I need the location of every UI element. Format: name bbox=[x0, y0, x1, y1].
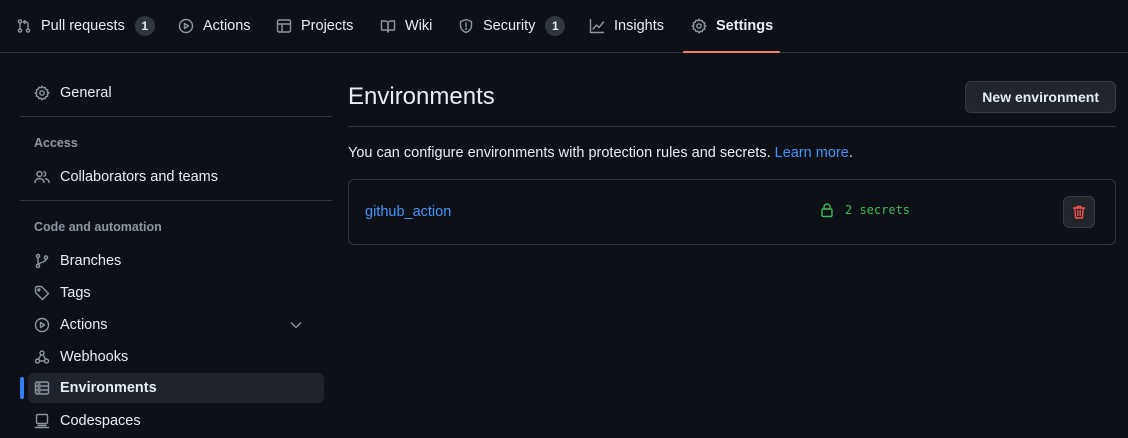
page-title: Environments bbox=[348, 83, 495, 110]
tab-settings[interactable]: Settings bbox=[683, 0, 780, 53]
pull-requests-counter: 1 bbox=[134, 16, 155, 36]
tag-icon bbox=[34, 285, 50, 301]
play-icon bbox=[178, 18, 194, 34]
environment-secrets: 2 secrets bbox=[819, 202, 910, 218]
people-icon bbox=[34, 169, 50, 185]
tab-insights[interactable]: Insights bbox=[581, 0, 672, 52]
tab-label: Wiki bbox=[405, 18, 433, 34]
security-counter: 1 bbox=[545, 16, 566, 36]
sidebar-divider bbox=[20, 116, 332, 117]
webhook-icon bbox=[34, 349, 50, 365]
description-end: . bbox=[848, 145, 853, 161]
git-branch-icon bbox=[34, 253, 50, 269]
codespaces-icon bbox=[34, 413, 50, 429]
description: You can configure environments with prot… bbox=[348, 145, 853, 161]
tab-label: Security bbox=[483, 18, 536, 34]
sidebar-item-label: Tags bbox=[60, 285, 91, 301]
gear-icon bbox=[34, 85, 50, 101]
sidebar-item-label: Webhooks bbox=[60, 349, 129, 365]
tab-pull-requests[interactable]: Pull requests 1 bbox=[8, 0, 163, 52]
sidebar-item-label: Branches bbox=[60, 253, 122, 269]
tab-security[interactable]: Security 1 bbox=[450, 0, 573, 52]
tab-label: Projects bbox=[301, 18, 354, 34]
settings-sidebar: General Access Collaborators and teams C… bbox=[20, 53, 332, 438]
environment-row: github_action 2 secrets bbox=[348, 179, 1116, 245]
sidebar-item-branches[interactable]: Branches bbox=[28, 246, 324, 276]
chevron-down-icon[interactable] bbox=[288, 317, 304, 333]
book-icon bbox=[380, 18, 396, 34]
lock-icon bbox=[819, 202, 835, 218]
sidebar-heading-access: Access bbox=[34, 136, 78, 150]
sidebar-item-codespaces[interactable]: Codespaces bbox=[28, 406, 324, 436]
sidebar-item-environments[interactable]: Environments bbox=[20, 373, 324, 403]
sidebar-item-webhooks[interactable]: Webhooks bbox=[28, 342, 324, 372]
sidebar-item-general[interactable]: General bbox=[28, 78, 324, 108]
sidebar-item-tags[interactable]: Tags bbox=[28, 278, 324, 308]
title-divider bbox=[348, 126, 1116, 127]
learn-more-link[interactable]: Learn more bbox=[775, 145, 849, 161]
sidebar-item-label: Environments bbox=[60, 380, 157, 396]
environment-name-link[interactable]: github_action bbox=[365, 204, 451, 220]
sidebar-item-actions[interactable]: Actions bbox=[28, 310, 324, 340]
shield-icon bbox=[458, 18, 474, 34]
sidebar-item-label: Collaborators and teams bbox=[60, 169, 218, 185]
gear-icon bbox=[691, 18, 707, 34]
sidebar-heading-code-automation: Code and automation bbox=[34, 220, 162, 234]
graph-icon bbox=[589, 18, 605, 34]
main-content: Environments New environment You can con… bbox=[348, 53, 1116, 438]
sidebar-item-label: General bbox=[60, 85, 112, 101]
server-icon bbox=[34, 380, 50, 396]
tab-projects[interactable]: Projects bbox=[268, 0, 361, 52]
tab-wiki[interactable]: Wiki bbox=[372, 0, 440, 52]
trash-icon bbox=[1071, 204, 1087, 220]
new-environment-button[interactable]: New environment bbox=[965, 81, 1116, 113]
tab-label: Settings bbox=[716, 18, 774, 34]
delete-environment-button[interactable] bbox=[1063, 196, 1095, 228]
tab-label: Insights bbox=[614, 18, 664, 34]
sidebar-item-label: Actions bbox=[60, 317, 108, 333]
repo-nav: Pull requests 1 Actions Projects Wiki Se… bbox=[0, 0, 1128, 53]
sidebar-divider bbox=[20, 200, 332, 201]
secrets-count: 2 secrets bbox=[845, 203, 911, 217]
sidebar-item-label: Codespaces bbox=[60, 413, 141, 429]
table-icon bbox=[276, 18, 292, 34]
git-pull-request-icon bbox=[16, 18, 32, 34]
tab-label: Actions bbox=[203, 18, 251, 34]
play-icon bbox=[34, 317, 50, 333]
sidebar-item-collaborators[interactable]: Collaborators and teams bbox=[28, 162, 324, 192]
tab-actions[interactable]: Actions bbox=[170, 0, 259, 52]
tab-label: Pull requests bbox=[41, 18, 125, 34]
description-text: You can configure environments with prot… bbox=[348, 145, 771, 161]
